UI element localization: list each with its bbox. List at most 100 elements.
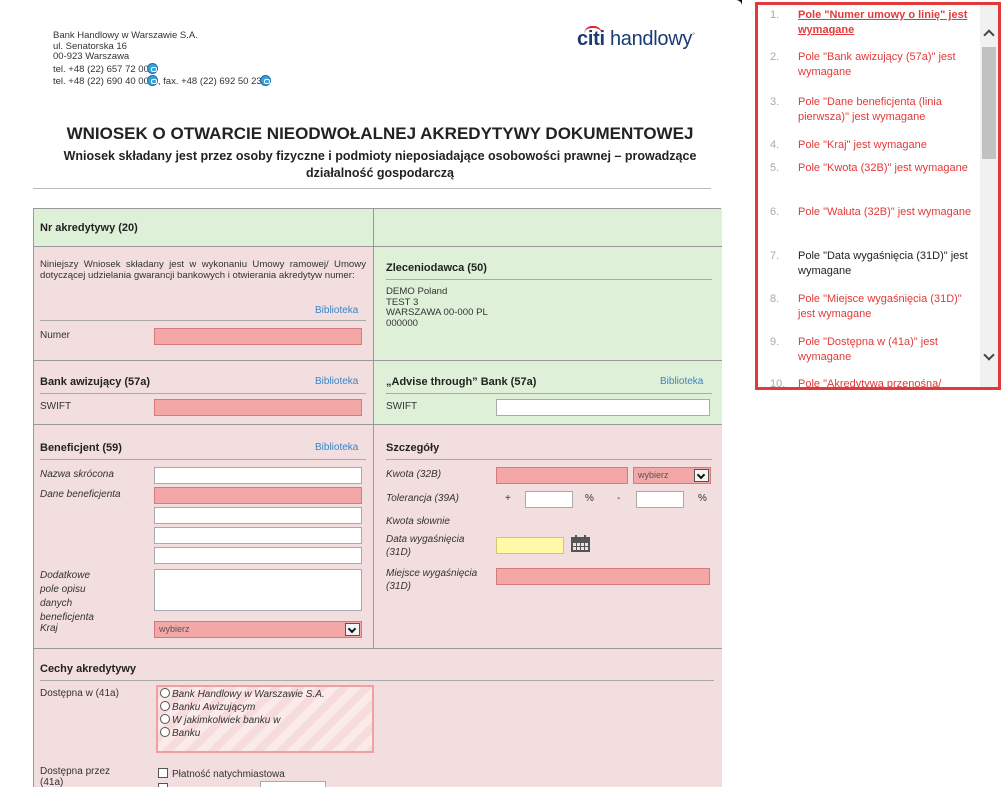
citi-handlowy-logo: citi handlowy° — [577, 26, 695, 50]
divider — [386, 279, 712, 280]
kwota-input[interactable] — [496, 467, 628, 484]
phone-call-icon[interactable] — [146, 75, 158, 87]
divider — [40, 320, 366, 321]
bank-awizujacy-swift-input[interactable] — [154, 399, 362, 416]
form-page: Bank Handlowy w Warszawie S.A. ul. Senat… — [0, 0, 742, 787]
zleceniodawca-section: Zleceniodawca (50) DEMO Poland TEST 3 WA… — [374, 247, 722, 361]
divider — [33, 188, 711, 189]
chevron-down-icon[interactable] — [694, 469, 709, 482]
kwota-label: Kwota (32B) — [386, 469, 442, 480]
swift-label: SWIFT — [40, 401, 72, 412]
bank-address: Bank Handlowy w Warszawie S.A. ul. Senat… — [53, 30, 271, 88]
bank-city: 00-923 Warszawa — [53, 51, 130, 63]
nazwa-skrocona-input[interactable] — [154, 467, 362, 484]
platnosc-natychmiastowa-checkbox[interactable]: Płatność natychmiastowa — [158, 768, 285, 780]
dodatkowe-pole-textarea[interactable] — [154, 569, 362, 611]
phone-call-icon[interactable] — [146, 62, 158, 74]
beneficjent-header: Beneficjent (59) — [40, 442, 122, 454]
advise-through-header: „Advise through” Bank (57a) — [386, 376, 537, 388]
scrollbar[interactable] — [980, 5, 998, 387]
beneficjent-section: Beneficjent (59) Biblioteka Nazwa skróco… — [34, 425, 374, 649]
zleceniodawca-address: DEMO Poland TEST 3 WARSZAWA 00-000 PL 00… — [386, 286, 488, 329]
form-title: WNIOSEK O OTWARCIE NIEODWOŁALNEJ AKREDYT… — [66, 124, 694, 143]
divider — [40, 459, 366, 460]
phone-call-icon[interactable] — [259, 75, 271, 87]
bank-phone-1: tel. +48 (22) 657 72 00 — [53, 63, 149, 75]
percent-sign: % — [698, 493, 707, 504]
bank-phone-2: tel. +48 (22) 690 40 00 — [53, 76, 149, 88]
bank-fax: , fax. +48 (22) 692 50 23 — [157, 76, 262, 88]
logo-arc-icon — [584, 26, 602, 34]
nr-akredytywy-section: Nr akredytywy (20) — [34, 209, 374, 247]
cechy-akredytywy-section: Cechy akredytywy Dostępna w (41a) Bank H… — [34, 649, 722, 787]
bank-name: Bank Handlowy w Warszawie S.A. — [53, 30, 198, 41]
kraj-label: Kraj — [40, 623, 58, 634]
swift-label: SWIFT — [386, 401, 418, 412]
data-wygasniecia-label: Data wygaśnięcia (31D) — [386, 534, 465, 558]
biblioteka-link[interactable]: Biblioteka — [315, 442, 358, 453]
nr-akredytywy-header: Nr akredytywy (20) — [40, 222, 138, 234]
advise-through-swift-input[interactable] — [496, 399, 710, 416]
kraj-select[interactable]: wybierz — [154, 621, 362, 638]
checkbox-icon[interactable] — [158, 783, 168, 787]
radio-icon[interactable] — [160, 727, 170, 737]
dane-beneficjenta-line1-input[interactable] — [154, 487, 362, 504]
radio-option-bank-handlowy[interactable]: Bank Handlowy w Warszawie S.A. — [160, 688, 325, 700]
tolerancja-label: Tolerancja (39A) — [386, 493, 460, 504]
zleceniodawca-header: Zleceniodawca (50) — [386, 262, 487, 274]
chevron-down-icon[interactable] — [345, 623, 360, 636]
tolerancja-plus-input[interactable] — [525, 491, 573, 508]
tolerancja-minus: - — [617, 493, 621, 504]
nr-akredytywy-right — [374, 209, 722, 247]
miejsce-wygasniecia-input[interactable] — [496, 568, 710, 585]
partial-input[interactable] — [260, 781, 326, 787]
percent-sign: % — [585, 493, 594, 504]
umowa-text: Niniejszy Wniosek składany jest w wykona… — [40, 259, 366, 281]
dostepna-przez-label: Dostępna przez (41a) — [40, 766, 111, 787]
szczegoly-header: Szczegóły — [386, 442, 440, 454]
dostepna-w-label: Dostępna w (41a) — [40, 688, 119, 699]
divider — [386, 393, 712, 394]
umowa-section: Niniejszy Wniosek składany jest w wykona… — [34, 247, 374, 361]
scrollbar-thumb[interactable] — [982, 47, 996, 159]
advise-through-section: „Advise through” Bank (57a) Biblioteka S… — [374, 361, 722, 425]
radio-option-bank-awizujacy[interactable]: Banku Awizującym — [160, 701, 255, 713]
checkbox-partial[interactable] — [158, 783, 172, 787]
dane-beneficjenta-line2-input[interactable] — [154, 507, 362, 524]
divider — [40, 680, 714, 681]
scroll-up-icon[interactable] — [983, 27, 995, 39]
miejsce-wygasniecia-label: Miejsce wygaśnięcia (31D) — [386, 568, 478, 592]
biblioteka-link[interactable]: Biblioteka — [315, 376, 358, 387]
data-wygasniecia-input[interactable] — [496, 537, 564, 554]
radio-option-any-bank[interactable]: W jakimkolwiek banku w — [160, 714, 280, 726]
application-form: Nr akredytywy (20) Niniejszy Wniosek skł… — [33, 208, 722, 787]
numer-umowy-input[interactable] — [154, 328, 362, 345]
bank-awizujacy-header: Bank awizujący (57a) — [40, 376, 151, 388]
nazwa-skrocona-label: Nazwa skrócona — [40, 469, 114, 480]
waluta-select[interactable]: wybierz — [633, 467, 711, 484]
cechy-akredytywy-header: Cechy akredytywy — [40, 663, 136, 675]
radio-icon[interactable] — [160, 714, 170, 724]
calendar-icon[interactable] — [571, 535, 590, 552]
dane-beneficjenta-label: Dane beneficjenta — [40, 489, 121, 500]
validation-errors-panel: 1. Pole "Numer umowy o linię" jest wymaga… — [755, 2, 1001, 390]
biblioteka-link[interactable]: Biblioteka — [315, 305, 358, 316]
dane-beneficjenta-line4-input[interactable] — [154, 547, 362, 564]
form-subtitle: Wniosek składany jest przez osoby fizycz… — [63, 149, 697, 180]
kwota-slownie-label: Kwota słownie — [386, 516, 450, 527]
scroll-down-icon[interactable] — [983, 351, 995, 363]
divider — [386, 459, 712, 460]
radio-option-banku[interactable]: Banku — [160, 727, 200, 739]
dane-beneficjenta-line3-input[interactable] — [154, 527, 362, 544]
tolerancja-minus-input[interactable] — [636, 491, 684, 508]
szczegoly-section: Szczegóły Kwota (32B) wybierz Tolerancja… — [374, 425, 722, 649]
checkbox-icon[interactable] — [158, 768, 168, 778]
tolerancja-plus: + — [505, 493, 511, 504]
dodatkowe-pole-label: Dodatkowe pole opisu danych beneficjenta — [40, 570, 94, 623]
dostepna-w-radio-group: Bank Handlowy w Warszawie S.A. Banku Awi… — [156, 685, 374, 753]
bank-awizujacy-section: Bank awizujący (57a) Biblioteka SWIFT — [34, 361, 374, 425]
radio-icon[interactable] — [160, 688, 170, 698]
radio-icon[interactable] — [160, 701, 170, 711]
divider — [40, 393, 366, 394]
biblioteka-link[interactable]: Biblioteka — [660, 376, 703, 387]
